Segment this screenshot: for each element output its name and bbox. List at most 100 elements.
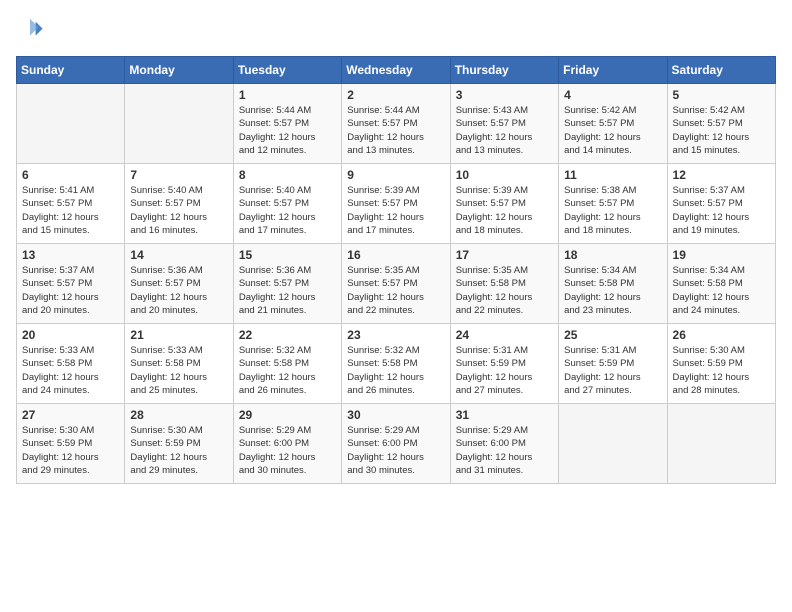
weekday-header-friday: Friday — [559, 57, 667, 84]
calendar-cell: 19Sunrise: 5:34 AM Sunset: 5:58 PM Dayli… — [667, 244, 775, 324]
calendar-cell: 29 Sunrise: 5:29 AM Sunset: 6:00 PM Dayli… — [233, 404, 341, 484]
weekday-header-wednesday: Wednesday — [342, 57, 450, 84]
logo — [16, 16, 48, 44]
calendar-week-5: 27 Sunrise: 5:30 AM Sunset: 5:59 PM Dayli… — [17, 404, 776, 484]
day-number: 27 — [22, 408, 119, 422]
day-info: Sunrise: 5:33 AM Sunset: 5:58 PM Dayligh… — [130, 344, 227, 397]
weekday-header-tuesday: Tuesday — [233, 57, 341, 84]
day-number: 7 — [130, 168, 227, 182]
calendar-cell: 8 Sunrise: 5:40 AM Sunset: 5:57 PM Daylig… — [233, 164, 341, 244]
day-info: Sunrise: 5:29 AM Sunset: 6:00 PM Dayligh… — [347, 424, 444, 477]
day-info: Sunrise: 5:38 AM Sunset: 5:57 PM Dayligh… — [564, 184, 661, 237]
day-info: Sunrise: 5:36 AM Sunset: 5:57 PM Dayligh… — [130, 264, 227, 317]
calendar-cell: 9Sunrise: 5:39 AM Sunset: 5:57 PM Daylig… — [342, 164, 450, 244]
day-info: Sunrise: 5:41 AM Sunset: 5:57 PM Dayligh… — [22, 184, 119, 237]
day-number: 1 — [239, 88, 336, 102]
day-info: Sunrise: 5:43 AM Sunset: 5:57 PM Dayligh… — [456, 104, 553, 157]
calendar-cell: 28Sunrise: 5:30 AM Sunset: 5:59 PM Dayli… — [125, 404, 233, 484]
day-number: 26 — [673, 328, 770, 342]
weekday-header-row: SundayMondayTuesdayWednesdayThursdayFrid… — [17, 57, 776, 84]
day-info: Sunrise: 5:34 AM Sunset: 5:58 PM Dayligh… — [564, 264, 661, 317]
day-info: Sunrise: 5:31 AM Sunset: 5:59 PM Dayligh… — [564, 344, 661, 397]
calendar-cell: 5Sunrise: 5:42 AM Sunset: 5:57 PM Daylig… — [667, 84, 775, 164]
calendar-cell: 13 Sunrise: 5:37 AM Sunset: 5:57 PM Dayli… — [17, 244, 125, 324]
calendar-cell — [667, 404, 775, 484]
day-number: 2 — [347, 88, 444, 102]
calendar-cell: 26 Sunrise: 5:30 AM Sunset: 5:59 PM Dayli… — [667, 324, 775, 404]
calendar-cell: 18 Sunrise: 5:34 AM Sunset: 5:58 PM Dayli… — [559, 244, 667, 324]
day-info: Sunrise: 5:29 AM Sunset: 6:00 PM Dayligh… — [239, 424, 336, 477]
calendar-cell: 25 Sunrise: 5:31 AM Sunset: 5:59 PM Dayli… — [559, 324, 667, 404]
day-info: Sunrise: 5:39 AM Sunset: 5:57 PM Dayligh… — [456, 184, 553, 237]
day-number: 12 — [673, 168, 770, 182]
calendar-cell: 20 Sunrise: 5:33 AM Sunset: 5:58 PM Dayli… — [17, 324, 125, 404]
weekday-header-saturday: Saturday — [667, 57, 775, 84]
day-number: 9 — [347, 168, 444, 182]
day-info: Sunrise: 5:35 AM Sunset: 5:58 PM Dayligh… — [456, 264, 553, 317]
calendar-cell: 24Sunrise: 5:31 AM Sunset: 5:59 PM Dayli… — [450, 324, 558, 404]
calendar-week-2: 6Sunrise: 5:41 AM Sunset: 5:57 PM Daylig… — [17, 164, 776, 244]
calendar-cell: 30 Sunrise: 5:29 AM Sunset: 6:00 PM Dayli… — [342, 404, 450, 484]
day-info: Sunrise: 5:32 AM Sunset: 5:58 PM Dayligh… — [239, 344, 336, 397]
weekday-header-monday: Monday — [125, 57, 233, 84]
day-info: Sunrise: 5:42 AM Sunset: 5:57 PM Dayligh… — [673, 104, 770, 157]
calendar-cell — [559, 404, 667, 484]
calendar-cell — [125, 84, 233, 164]
day-info: Sunrise: 5:37 AM Sunset: 5:57 PM Dayligh… — [673, 184, 770, 237]
calendar-cell: 14Sunrise: 5:36 AM Sunset: 5:57 PM Dayli… — [125, 244, 233, 324]
day-number: 11 — [564, 168, 661, 182]
calendar-cell: 17 Sunrise: 5:35 AM Sunset: 5:58 PM Dayli… — [450, 244, 558, 324]
calendar-week-4: 20 Sunrise: 5:33 AM Sunset: 5:58 PM Dayli… — [17, 324, 776, 404]
day-info: Sunrise: 5:30 AM Sunset: 5:59 PM Dayligh… — [130, 424, 227, 477]
calendar-cell: 27 Sunrise: 5:30 AM Sunset: 5:59 PM Dayli… — [17, 404, 125, 484]
calendar-cell: 10Sunrise: 5:39 AM Sunset: 5:57 PM Dayli… — [450, 164, 558, 244]
day-info: Sunrise: 5:35 AM Sunset: 5:57 PM Dayligh… — [347, 264, 444, 317]
day-info: Sunrise: 5:30 AM Sunset: 5:59 PM Dayligh… — [22, 424, 119, 477]
day-number: 21 — [130, 328, 227, 342]
calendar-cell: 23 Sunrise: 5:32 AM Sunset: 5:58 PM Dayli… — [342, 324, 450, 404]
calendar-cell: 22 Sunrise: 5:32 AM Sunset: 5:58 PM Dayli… — [233, 324, 341, 404]
day-number: 30 — [347, 408, 444, 422]
page-header — [16, 16, 776, 44]
day-info: Sunrise: 5:33 AM Sunset: 5:58 PM Dayligh… — [22, 344, 119, 397]
day-number: 24 — [456, 328, 553, 342]
calendar-cell: 2Sunrise: 5:44 AM Sunset: 5:57 PM Daylig… — [342, 84, 450, 164]
day-number: 18 — [564, 248, 661, 262]
calendar-cell: 6Sunrise: 5:41 AM Sunset: 5:57 PM Daylig… — [17, 164, 125, 244]
weekday-header-thursday: Thursday — [450, 57, 558, 84]
weekday-header-sunday: Sunday — [17, 57, 125, 84]
day-info: Sunrise: 5:32 AM Sunset: 5:58 PM Dayligh… — [347, 344, 444, 397]
calendar-cell: 12 Sunrise: 5:37 AM Sunset: 5:57 PM Dayli… — [667, 164, 775, 244]
day-info: Sunrise: 5:44 AM Sunset: 5:57 PM Dayligh… — [239, 104, 336, 157]
calendar: SundayMondayTuesdayWednesdayThursdayFrid… — [16, 56, 776, 484]
day-number: 29 — [239, 408, 336, 422]
calendar-cell: 16 Sunrise: 5:35 AM Sunset: 5:57 PM Dayli… — [342, 244, 450, 324]
day-info: Sunrise: 5:40 AM Sunset: 5:57 PM Dayligh… — [130, 184, 227, 237]
day-number: 25 — [564, 328, 661, 342]
calendar-cell: 3 Sunrise: 5:43 AM Sunset: 5:57 PM Daylig… — [450, 84, 558, 164]
calendar-cell: 1 Sunrise: 5:44 AM Sunset: 5:57 PM Daylig… — [233, 84, 341, 164]
day-number: 20 — [22, 328, 119, 342]
calendar-cell: 21 Sunrise: 5:33 AM Sunset: 5:58 PM Dayli… — [125, 324, 233, 404]
day-number: 23 — [347, 328, 444, 342]
day-info: Sunrise: 5:30 AM Sunset: 5:59 PM Dayligh… — [673, 344, 770, 397]
day-info: Sunrise: 5:40 AM Sunset: 5:57 PM Dayligh… — [239, 184, 336, 237]
calendar-week-1: 1 Sunrise: 5:44 AM Sunset: 5:57 PM Daylig… — [17, 84, 776, 164]
day-number: 3 — [456, 88, 553, 102]
day-number: 13 — [22, 248, 119, 262]
calendar-cell: 4 Sunrise: 5:42 AM Sunset: 5:57 PM Daylig… — [559, 84, 667, 164]
calendar-cell: 7 Sunrise: 5:40 AM Sunset: 5:57 PM Daylig… — [125, 164, 233, 244]
calendar-cell: 11 Sunrise: 5:38 AM Sunset: 5:57 PM Dayli… — [559, 164, 667, 244]
day-number: 17 — [456, 248, 553, 262]
day-info: Sunrise: 5:37 AM Sunset: 5:57 PM Dayligh… — [22, 264, 119, 317]
day-info: Sunrise: 5:36 AM Sunset: 5:57 PM Dayligh… — [239, 264, 336, 317]
logo-icon — [16, 16, 44, 44]
day-number: 22 — [239, 328, 336, 342]
day-number: 4 — [564, 88, 661, 102]
calendar-cell: 15Sunrise: 5:36 AM Sunset: 5:57 PM Dayli… — [233, 244, 341, 324]
day-info: Sunrise: 5:29 AM Sunset: 6:00 PM Dayligh… — [456, 424, 553, 477]
day-number: 8 — [239, 168, 336, 182]
day-info: Sunrise: 5:42 AM Sunset: 5:57 PM Dayligh… — [564, 104, 661, 157]
calendar-week-3: 13 Sunrise: 5:37 AM Sunset: 5:57 PM Dayli… — [17, 244, 776, 324]
day-number: 16 — [347, 248, 444, 262]
